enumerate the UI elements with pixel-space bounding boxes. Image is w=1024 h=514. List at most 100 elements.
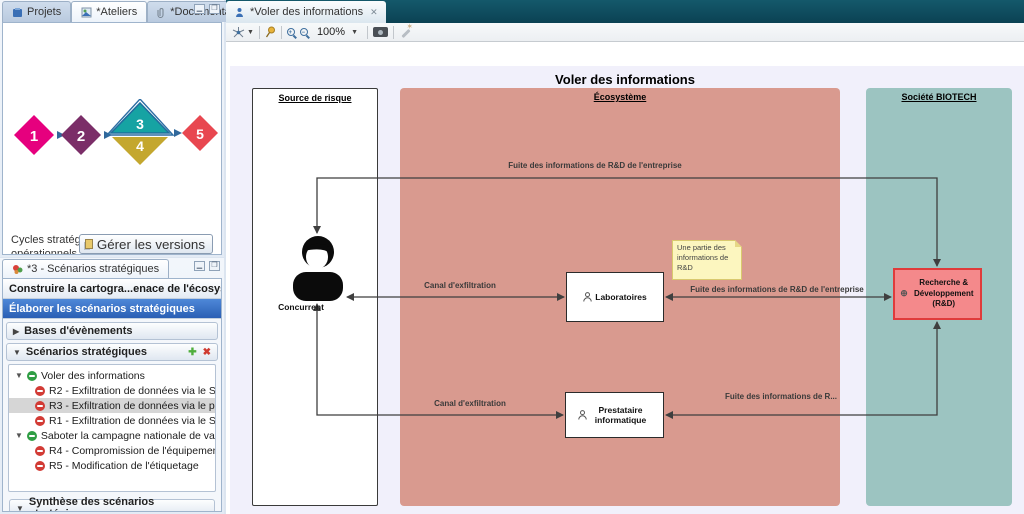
tree-item-r4[interactable]: R4 - Compromission de l'équipement	[9, 443, 215, 458]
person-icon	[583, 292, 592, 302]
risk-status-icon	[35, 446, 45, 456]
scenarios-panel: *3 - Scénarios stratégiques ▁ ❒ Construi…	[0, 258, 224, 514]
zoom-out-button[interactable]: −	[300, 28, 308, 36]
workshops-tabbar: Projets *Ateliers *Documentatio ▁ ❒	[0, 0, 224, 22]
panel-window-buttons: ▁ ❒	[194, 4, 220, 14]
add-scenario-icon[interactable]: ✚	[188, 347, 196, 358]
tab-scenarios-strategiques[interactable]: *3 - Scénarios stratégiques	[2, 259, 169, 278]
chevron-down-icon: ▼	[16, 504, 24, 513]
workshop4-number: 4	[136, 138, 144, 154]
tab-scenarios-label: *3 - Scénarios stratégiques	[27, 263, 159, 275]
layout-button[interactable]: ▼	[232, 26, 254, 39]
diagram-editor: *Voler des informations ✕ ▼ + − 100% ▼ V…	[226, 0, 1024, 514]
auto-arrange-button[interactable]	[399, 26, 412, 39]
edge-label-fuite-mid: Fuite des informations de R&D de l'entre…	[690, 285, 864, 294]
tab-ateliers-label: *Ateliers	[96, 6, 137, 18]
delete-scenario-icon[interactable]: ✖	[203, 347, 211, 358]
workshops-icon	[81, 7, 92, 18]
minimize-icon[interactable]: ▁	[194, 261, 205, 271]
edge-label-canal-1: Canal d'exfiltration	[424, 281, 496, 290]
graph-layout-icon	[232, 26, 245, 39]
magic-wand-icon	[399, 26, 412, 39]
tree-item-r1[interactable]: R1 - Exfiltration de données via le SI d	[9, 413, 215, 428]
node-prestataire-informatique[interactable]: Prestataire informatique	[565, 392, 664, 438]
toolbar-separator	[367, 26, 368, 39]
section-synthese-scenarios[interactable]: ▼ Synthèse des scénarios stratégiques	[9, 499, 215, 512]
toolbar-separator	[281, 26, 282, 39]
workshop3-number: 3	[136, 116, 144, 132]
tree-item-saboter[interactable]: ▼ Saboter la campagne nationale de vacci…	[9, 428, 215, 443]
chevron-down-icon: ▼	[13, 348, 21, 357]
scenarios-view-body: Construire la cartogra...enace de l'écos…	[2, 278, 222, 512]
editor-toolbar: ▼ + − 100% ▼	[226, 23, 1024, 42]
pushpin-icon	[265, 26, 276, 38]
tree-item-r5[interactable]: R5 - Modification de l'étiquetage	[9, 458, 215, 473]
risk-status-icon	[35, 401, 45, 411]
chevron-down-icon: ▼	[15, 431, 23, 440]
workshop2-number: 2	[77, 128, 85, 145]
toolbar-separator	[393, 26, 394, 39]
section-bases-evenements[interactable]: ▶ Bases d'évènements	[6, 322, 218, 340]
node-recherche-developpement[interactable]: ⊕ Recherche & Développement (R&D)	[893, 268, 982, 320]
risk-status-icon	[35, 416, 45, 426]
tab-ateliers[interactable]: *Ateliers	[71, 1, 147, 22]
edge-label-canal-2: Canal d'exfiltration	[434, 399, 506, 408]
scenarios-tree: ▼ Voler des informations R2 - Exfiltrati…	[8, 364, 216, 492]
snapshot-button[interactable]	[373, 27, 388, 37]
nav-elaborer-scenarios[interactable]: Élaborer les scénarios stratégiques	[3, 299, 221, 319]
edge-fuite-bottom[interactable]	[666, 322, 937, 415]
arrowheads	[313, 226, 941, 419]
workshops-view-body: 1 2 3 4 5 Cycles stratégiques et opérati…	[2, 22, 222, 255]
close-icon[interactable]: ✕	[370, 7, 378, 18]
workshop5-number: 5	[196, 126, 204, 142]
section-scenarios-strategiques[interactable]: ▼ Scénarios stratégiques ✚ ✖	[6, 343, 218, 361]
projects-icon	[12, 7, 23, 18]
sticky-note[interactable]: Une partie des informations de R&D	[672, 240, 742, 280]
zoom-in-icon: +	[287, 28, 295, 36]
maximize-icon[interactable]: ❒	[209, 261, 220, 271]
risk-status-icon	[35, 386, 45, 396]
toolbar-separator	[259, 26, 260, 39]
scenarios-tabbar: *3 - Scénarios stratégiques ▁ ❒	[0, 258, 224, 278]
zoom-in-button[interactable]: +	[287, 28, 295, 36]
scenario-status-icon	[27, 371, 37, 381]
camera-icon	[373, 27, 388, 37]
zoom-level-value: 100%	[317, 26, 345, 38]
editor-tab-label: *Voler des informations	[250, 6, 363, 18]
tab-voler-des-informations[interactable]: *Voler des informations ✕	[226, 1, 386, 23]
ebios-workshop-cycle[interactable]: 1 2 3 4 5	[7, 99, 221, 183]
tab-projets-label: Projets	[27, 6, 61, 18]
minimize-icon[interactable]: ▁	[194, 4, 205, 14]
flow-arrow-icon	[174, 129, 182, 137]
chevron-down-icon: ▼	[15, 371, 23, 380]
concurrent-label: Concurrent	[266, 302, 336, 312]
note-fold-corner	[735, 240, 742, 247]
panel-window-buttons: ▁ ❒	[194, 261, 220, 271]
maximize-icon[interactable]: ❒	[209, 4, 220, 14]
gear-icon: ⊕	[900, 288, 908, 300]
tree-item-r3[interactable]: R3 - Exfiltration de données via le pres	[9, 398, 215, 413]
zoom-out-icon: −	[300, 28, 308, 36]
tree-item-voler[interactable]: ▼ Voler des informations	[9, 368, 215, 383]
zoom-level-combo[interactable]: 100% ▼	[313, 25, 362, 39]
editor-tabbar: *Voler des informations ✕	[226, 0, 1024, 23]
edge-label-top: Fuite des informations de R&D de l'entre…	[508, 161, 682, 170]
tree-item-r2[interactable]: R2 - Exfiltration de données via le SI d	[9, 383, 215, 398]
concurrent-actor-icon[interactable]	[292, 235, 344, 301]
edge-label-fuite-bottom: Fuite des informations de R...	[725, 392, 837, 401]
node-laboratoires[interactable]: Laboratoires	[566, 272, 664, 322]
scenario-status-icon	[27, 431, 37, 441]
chevron-down-icon: ▼	[351, 29, 358, 36]
manage-versions-button[interactable]: Gérer les versions	[79, 234, 213, 254]
workshops-panel: Projets *Ateliers *Documentatio ▁ ❒ 1 2 …	[0, 0, 224, 257]
nav-construire-cartographie[interactable]: Construire la cartogra...enace de l'écos…	[3, 279, 221, 299]
diagram-canvas[interactable]: Voler des informations Source de risque …	[226, 42, 1024, 514]
chevron-down-icon[interactable]: ▼	[247, 29, 254, 36]
edge-top-fuite[interactable]	[317, 178, 937, 266]
pin-button[interactable]	[265, 26, 276, 38]
paperclip-icon	[157, 7, 166, 18]
tab-projets[interactable]: Projets	[2, 1, 71, 22]
diagram-page[interactable]: Voler des informations Source de risque …	[230, 66, 1024, 514]
diagram-icon	[234, 7, 245, 18]
versions-icon	[85, 239, 93, 249]
